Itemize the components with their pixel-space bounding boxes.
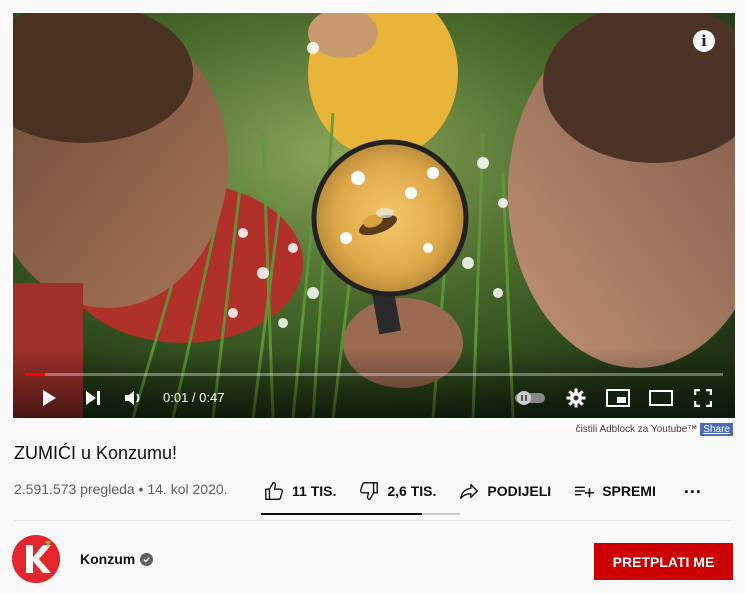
progress-bar[interactable] — [25, 373, 723, 376]
save-button[interactable]: SPREMI — [573, 480, 656, 502]
verified-check-icon — [140, 552, 154, 566]
adblock-text: čistili Adblock za Youtube™ — [575, 424, 698, 435]
dislike-button[interactable]: 2,6 TIS. — [358, 480, 436, 502]
like-count: 11 TIS. — [292, 483, 337, 499]
fullscreen-icon[interactable] — [691, 386, 715, 410]
autoplay-toggle-icon[interactable] — [513, 386, 547, 410]
sentiment-like-fill — [261, 513, 423, 515]
sentiment-bar — [261, 513, 460, 515]
subscribe-button[interactable]: PRETPLATI ME — [594, 543, 733, 580]
player-controls: 0:01 / 0:47 — [13, 378, 735, 418]
settings-gear-icon[interactable] — [564, 386, 588, 410]
volume-icon[interactable] — [121, 386, 145, 410]
share-arrow-icon — [460, 483, 479, 500]
video-player[interactable]: i 0:01 / 0:47 — [13, 13, 735, 418]
dislike-count: 2,6 TIS. — [387, 483, 437, 499]
channel-info[interactable]: Konzum — [80, 551, 154, 567]
time-separator: / — [188, 390, 200, 405]
action-bar: 11 TIS. 2,6 TIS. PODIJELI SPREMI ... — [263, 476, 724, 506]
thumbs-up-icon — [265, 482, 284, 500]
info-icon[interactable]: i — [693, 30, 715, 52]
more-actions-button[interactable]: ... — [684, 477, 702, 502]
channel-avatar[interactable] — [12, 535, 60, 583]
meta-separator: • — [134, 481, 148, 497]
more-dots-icon: ... — [683, 476, 702, 497]
konzum-logo-icon — [12, 535, 60, 583]
channel-name[interactable]: Konzum — [80, 551, 135, 567]
time-current: 0:01 — [163, 390, 189, 405]
playlist-add-icon — [575, 486, 595, 498]
theater-mode-icon[interactable] — [648, 386, 674, 410]
thumbs-down-icon — [360, 482, 379, 500]
save-label: SPREMI — [602, 483, 656, 499]
time-total: 0:47 — [199, 390, 225, 405]
view-count: 2.591.573 pregleda — [14, 481, 135, 497]
extension-share-link[interactable]: Share — [700, 423, 733, 436]
video-title: ZUMIĆI u Konzumu! — [14, 443, 178, 463]
like-button[interactable]: 11 TIS. — [263, 480, 336, 502]
video-meta: 2.591.573 pregleda • 14. kol 2020. — [14, 481, 228, 497]
adblock-extension-note: čistili Adblock za Youtube™ Share — [576, 423, 733, 436]
upload-date: 14. kol 2020. — [147, 481, 228, 497]
time-display: 0:01 / 0:47 — [163, 390, 224, 405]
divider — [14, 520, 731, 521]
play-icon[interactable] — [37, 386, 61, 410]
share-label: PODIJELI — [487, 483, 552, 499]
video-details: čistili Adblock za Youtube™ Share ZUMIĆI… — [0, 418, 745, 593]
share-button[interactable]: PODIJELI — [458, 480, 551, 502]
progress-played — [25, 373, 45, 376]
miniplayer-icon[interactable] — [605, 386, 631, 410]
next-icon[interactable] — [81, 386, 105, 410]
